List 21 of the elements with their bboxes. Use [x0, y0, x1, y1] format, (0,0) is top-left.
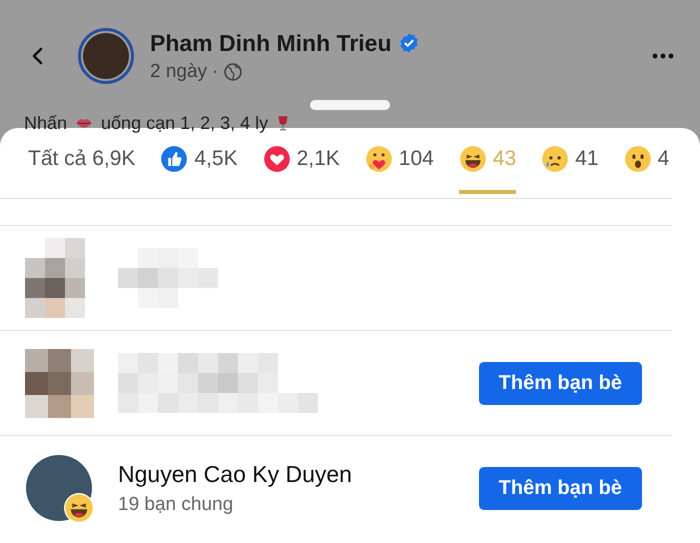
drag-handle[interactable] [310, 100, 390, 110]
reaction-tab[interactable]: 104 [364, 128, 434, 194]
post-text: uống cạn 1, 2, 3, 4 ly [101, 112, 268, 134]
author-name[interactable]: Pham Dinh Minh Trieu [150, 30, 392, 56]
sad-reaction-icon [541, 145, 570, 173]
reaction-tab[interactable]: 41 [541, 128, 599, 194]
post-text: Nhấn [24, 112, 68, 134]
haha-reaction-icon [64, 493, 94, 523]
haha-reaction-icon [458, 145, 487, 173]
wow-reaction-icon [624, 145, 652, 173]
love-reaction-icon [262, 145, 291, 173]
care-reaction-icon [364, 145, 393, 173]
add-friend-button[interactable]: Thêm bạn bè [478, 466, 642, 510]
separator-dot: · [212, 60, 218, 82]
add-friend-button[interactable]: Thêm bạn bè [478, 362, 642, 404]
reaction-tab[interactable]: 4 [624, 128, 670, 194]
post-time: 2 ngày [150, 60, 208, 82]
person-name[interactable]: Nguyen Cao Ky Duyen [118, 460, 479, 488]
mutual-friends: 19 bạn chung [118, 494, 234, 516]
like-reaction-icon [160, 145, 188, 173]
globe-icon [223, 62, 244, 82]
